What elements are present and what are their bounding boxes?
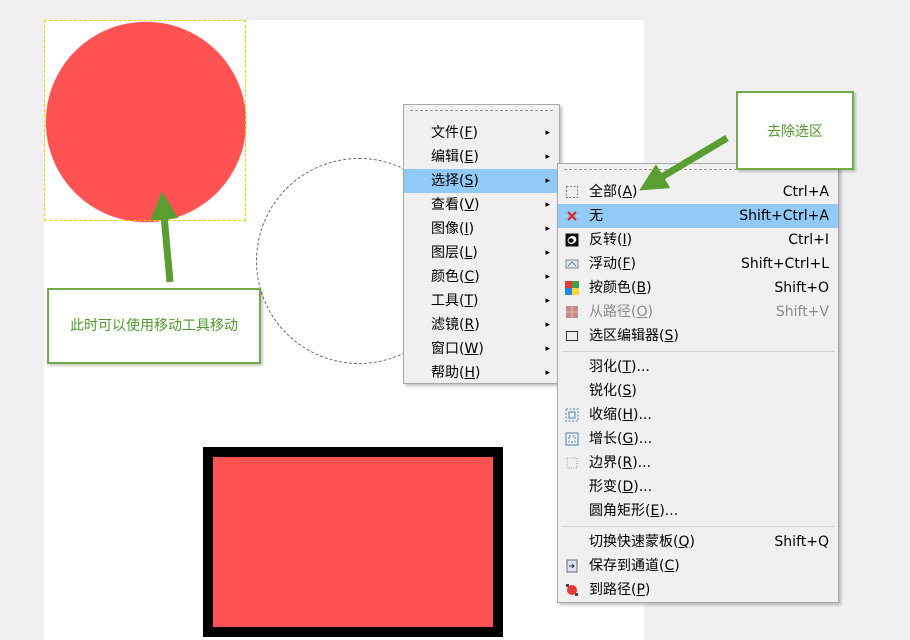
arrow-to-circle — [150, 191, 179, 283]
arrow-to-none-item — [639, 134, 729, 191]
annotation-arrows — [150, 134, 729, 283]
